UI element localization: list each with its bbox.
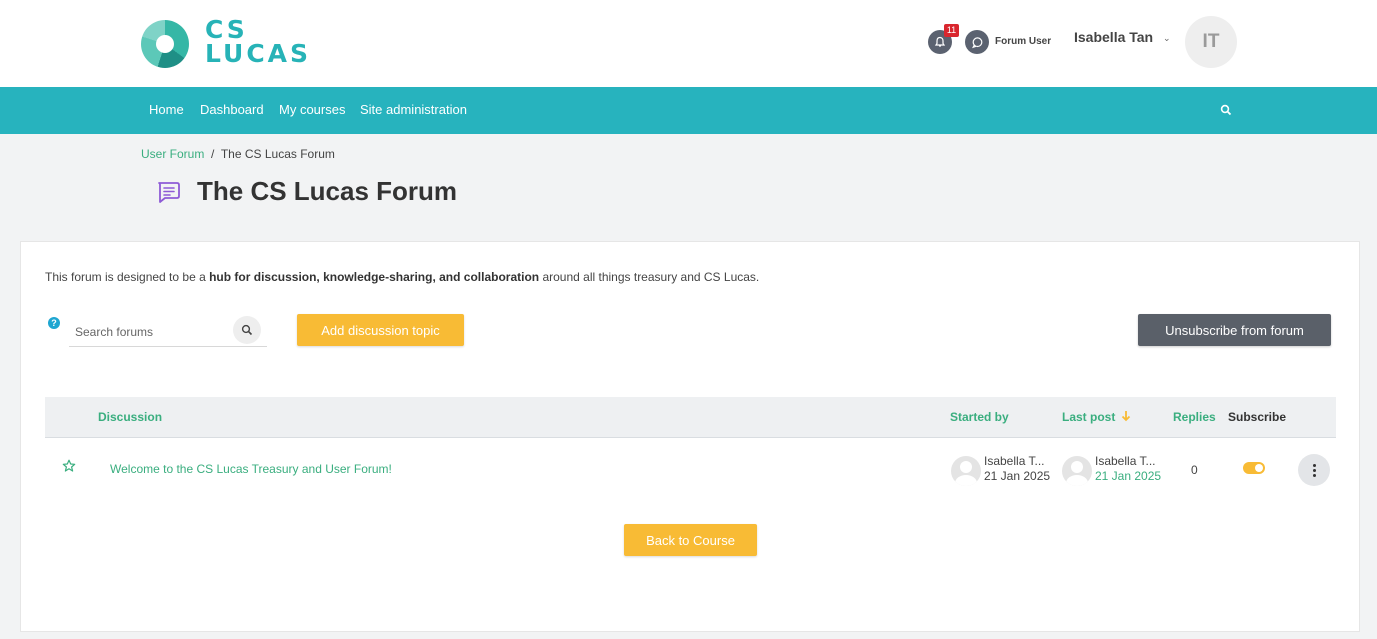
forum-user-label: Forum User (995, 36, 1052, 47)
intro-text-start: This forum is designed to be a (45, 270, 210, 284)
started-by-avatar (951, 456, 981, 486)
cs-lucas-logo[interactable]: CS LUCAS (141, 17, 341, 70)
chevron-down-icon[interactable]: ⌄ (1163, 33, 1171, 44)
page-title: The CS Lucas Forum (197, 176, 458, 206)
back-to-course-button[interactable]: Back to Course (624, 524, 757, 556)
unsubscribe-forum-button[interactable]: Unsubscribe from forum (1138, 314, 1331, 346)
col-replies[interactable]: Replies (1173, 410, 1216, 424)
breadcrumb: User Forum / The CS Lucas Forum (141, 147, 335, 161)
chat-icon (971, 36, 982, 48)
intro-text-bold: hub for discussion, knowledge-sharing, a… (209, 270, 540, 284)
forum-icon (158, 182, 180, 203)
user-avatar[interactable]: IT (1185, 16, 1237, 68)
messages-button[interactable] (965, 30, 989, 54)
nav-site-administration[interactable]: Site administration (360, 102, 467, 117)
user-menu-name[interactable]: Isabella Tan (1074, 29, 1153, 45)
notification-count-badge: 11 (944, 24, 959, 37)
help-icon[interactable]: ? (48, 317, 60, 329)
discussion-table-header: Discussion Started by Last post Replies … (45, 397, 1336, 438)
add-discussion-topic-button[interactable]: Add discussion topic (297, 314, 464, 346)
started-by-date: 21 Jan 2025 (984, 469, 1051, 483)
arrow-down-icon (1121, 411, 1130, 422)
search-forums-box (69, 316, 267, 347)
col-last-post[interactable]: Last post (1062, 410, 1131, 424)
nav-my-courses[interactable]: My courses (279, 102, 345, 117)
col-last-post-label: Last post (1062, 410, 1116, 424)
logo-line-2: LUCAS (205, 39, 312, 68)
replies-count: 0 (1191, 463, 1198, 477)
search-icon (1220, 104, 1232, 116)
intro-text-end: around all things treasury and CS Lucas. (539, 270, 760, 284)
nav-search-button[interactable] (1220, 103, 1232, 121)
subscribe-toggle[interactable] (1243, 462, 1265, 474)
table-row: Welcome to the CS Lucas Treasury and Use… (45, 438, 1336, 500)
bell-icon (934, 36, 946, 47)
top-header: CS LUCAS 11 Forum User Isabella Tan ⌄ IT (0, 0, 1377, 87)
started-by-cell: Isabella T... 21 Jan 2025 (984, 454, 1050, 484)
kebab-icon[interactable] (1298, 454, 1330, 486)
logo-ring-icon (141, 20, 189, 68)
discussion-link[interactable]: Welcome to the CS Lucas Treasury and Use… (110, 462, 392, 476)
search-icon (241, 324, 253, 336)
forum-card: This forum is designed to be a hub for d… (20, 241, 1360, 632)
last-post-date[interactable]: 21 Jan 2025 (1095, 469, 1161, 484)
search-forums-input[interactable] (75, 322, 225, 342)
logo-text: CS LUCAS (205, 17, 312, 68)
search-forums-button[interactable] (233, 316, 261, 344)
col-started-by[interactable]: Started by (950, 410, 1009, 424)
last-post-avatar (1062, 456, 1092, 486)
last-post-name[interactable]: Isabella T... (1095, 454, 1161, 469)
col-discussion[interactable]: Discussion (98, 410, 162, 424)
last-post-cell: Isabella T... 21 Jan 2025 (1095, 454, 1161, 484)
col-subscribe: Subscribe (1228, 410, 1287, 424)
star-icon[interactable] (62, 459, 76, 473)
breadcrumb-current: The CS Lucas Forum (220, 147, 335, 161)
nav-home[interactable]: Home (149, 102, 184, 117)
nav-dashboard[interactable]: Dashboard (200, 102, 264, 117)
breadcrumb-user-forum[interactable]: User Forum (141, 147, 204, 161)
started-by-name[interactable]: Isabella T... (984, 454, 1050, 469)
forum-intro-text: This forum is designed to be a hub for d… (45, 270, 759, 284)
main-navbar: Home Dashboard My courses Site administr… (0, 87, 1377, 134)
breadcrumb-separator: / (211, 147, 215, 161)
